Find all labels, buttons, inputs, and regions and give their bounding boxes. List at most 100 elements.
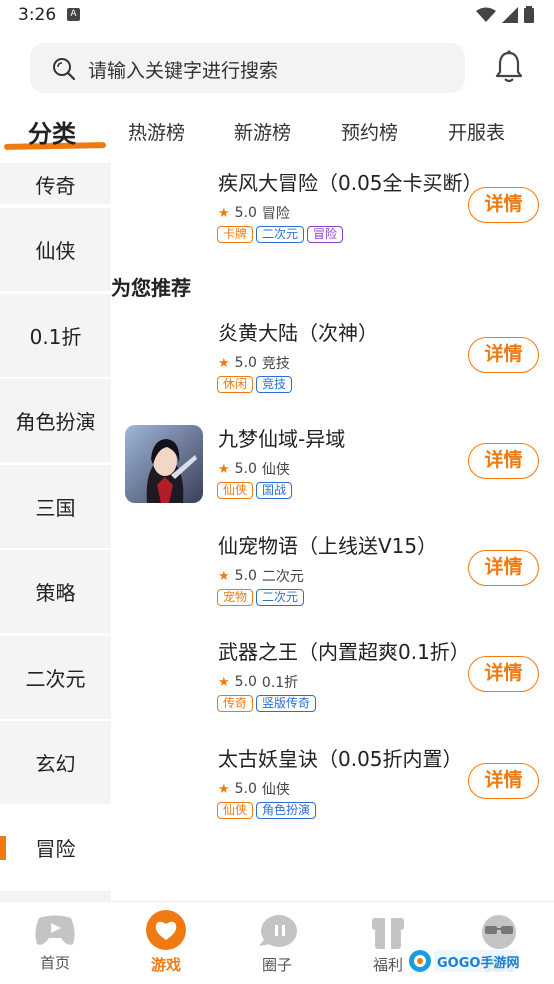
tab-hot[interactable]: 热游榜 <box>128 118 185 145</box>
game-meta: ★ 5.0 二次元 <box>218 566 304 586</box>
status-bar: 3:26 A <box>0 0 554 30</box>
sidebar-item-anime[interactable]: 二次元 <box>0 636 111 719</box>
status-time: 3:26 <box>18 5 57 25</box>
notification-icon: A <box>67 8 80 21</box>
category-sidebar: 传奇 仙侠 0.1折 角色扮演 三国 策略 二次元 玄幻 冒险 <box>0 163 111 901</box>
game-card[interactable]: 疾风大冒险（0.05全卡买断） ★ 5.0 冒险 卡牌 二次元 冒险 详情 <box>111 163 554 263</box>
face-icon <box>482 915 516 949</box>
game-tags: 卡牌 二次元 冒险 <box>217 226 344 243</box>
gift-icon <box>372 918 404 949</box>
game-tag: 竖版传奇 <box>256 695 317 712</box>
game-meta: ★ 5.0 冒险 <box>218 203 290 223</box>
game-tags: 仙侠 角色扮演 <box>217 802 317 819</box>
game-icon[interactable] <box>125 425 203 503</box>
nav-label: 首页 <box>39 954 70 972</box>
search-placeholder: 请输入关键字进行搜索 <box>88 60 279 82</box>
game-card[interactable]: 武器之王（内置超爽0.1折） ★ 5.0 0.1折 传奇 竖版传奇 详情 <box>111 632 554 732</box>
star-icon: ★ <box>218 205 230 221</box>
game-tag: 仙侠 <box>217 482 254 499</box>
game-rating: 5.0 <box>234 781 257 797</box>
game-rating: 5.0 <box>234 568 257 584</box>
game-name: 仙宠物语（上线送V15） <box>218 534 438 558</box>
tab-category[interactable]: 分类 <box>28 114 76 149</box>
game-tag: 传奇 <box>217 695 254 712</box>
heart-bubble-icon <box>146 910 186 950</box>
sidebar-item-label: 策略 <box>35 581 76 605</box>
game-genre: 仙侠 <box>261 462 290 478</box>
game-tag: 休闲 <box>217 376 254 393</box>
signal-icon <box>502 6 518 23</box>
game-tag: 角色扮演 <box>256 802 317 819</box>
sidebar-item-label: 玄幻 <box>35 752 76 776</box>
nav-home[interactable]: 首页 <box>15 914 95 973</box>
sidebar-item-adventure[interactable]: 冒险 <box>0 806 111 889</box>
game-card[interactable]: 炎黄大陆（次神） ★ 5.0 竞技 休闲 竞技 详情 <box>111 313 554 413</box>
chat-icon <box>259 915 297 947</box>
sidebar-item-label: 仙侠 <box>35 239 76 263</box>
game-rating: 5.0 <box>234 674 257 690</box>
game-name: 九梦仙域-异域 <box>218 427 346 451</box>
game-name: 武器之王（内置超爽0.1折） <box>218 640 470 664</box>
wifi-icon <box>476 7 496 22</box>
detail-button[interactable]: 详情 <box>468 337 539 373</box>
sidebar-item-label: 0.1折 <box>29 325 82 349</box>
game-tags: 传奇 竖版传奇 <box>217 695 317 712</box>
detail-button[interactable]: 详情 <box>468 763 539 799</box>
game-tag: 二次元 <box>256 226 305 243</box>
game-tag: 二次元 <box>256 589 305 606</box>
game-card[interactable]: 太古妖皇诀（0.05折内置） ★ 5.0 仙侠 仙侠 角色扮演 详情 <box>111 739 554 839</box>
nav-label: 圈子 <box>261 956 292 974</box>
section-title: 为您推荐 <box>111 276 191 300</box>
sidebar-item-strategy[interactable]: 策略 <box>0 550 111 633</box>
game-name: 炎黄大陆（次神） <box>218 321 378 345</box>
game-meta: ★ 5.0 竞技 <box>218 353 290 373</box>
sidebar-item-fantasy[interactable]: 玄幻 <box>0 721 111 804</box>
game-genre: 0.1折 <box>261 675 299 691</box>
sidebar-item-legend[interactable]: 传奇 <box>0 163 111 204</box>
detail-button[interactable]: 详情 <box>468 656 539 692</box>
sidebar-item-xianxia[interactable]: 仙侠 <box>0 208 111 291</box>
game-tag: 竞技 <box>256 376 293 393</box>
game-art-icon <box>125 425 203 503</box>
game-tags: 休闲 竞技 <box>217 376 293 393</box>
game-genre: 冒险 <box>261 206 290 222</box>
nav-games[interactable]: 游戏 <box>126 910 206 975</box>
detail-button[interactable]: 详情 <box>468 550 539 586</box>
gamepad-icon <box>35 915 75 945</box>
sidebar-item-label: 二次元 <box>25 667 86 691</box>
game-tag: 卡牌 <box>217 226 254 243</box>
search-input[interactable]: 请输入关键字进行搜索 <box>30 43 465 93</box>
tab-new[interactable]: 新游榜 <box>234 118 291 145</box>
sidebar-item-rpg[interactable]: 角色扮演 <box>0 379 111 462</box>
game-tag: 仙侠 <box>217 802 254 819</box>
bell-icon[interactable] <box>494 50 524 84</box>
detail-button[interactable]: 详情 <box>468 187 539 223</box>
tab-reserve[interactable]: 预约榜 <box>341 118 398 145</box>
sidebar-item-discount[interactable]: 0.1折 <box>0 294 111 377</box>
game-tag: 冒险 <box>307 226 344 243</box>
game-rating: 5.0 <box>234 355 257 371</box>
sidebar-item-three-kingdoms[interactable]: 三国 <box>0 465 111 548</box>
star-icon: ★ <box>218 674 230 690</box>
game-name: 疾风大冒险（0.05全卡买断） <box>218 171 483 195</box>
game-card[interactable]: 仙宠物语（上线送V15） ★ 5.0 二次元 宠物 二次元 详情 <box>111 526 554 626</box>
svg-text:GOGO手游网: GOGO手游网 <box>437 955 519 971</box>
game-meta: ★ 5.0 仙侠 <box>218 459 290 479</box>
category-tabs: 分类 热游榜 新游榜 预约榜 开服表 <box>0 110 554 156</box>
game-rating: 5.0 <box>234 205 257 221</box>
sidebar-item-label: 三国 <box>35 496 76 520</box>
game-genre: 竞技 <box>261 356 290 372</box>
status-icons <box>476 6 534 23</box>
game-meta: ★ 5.0 仙侠 <box>218 779 290 799</box>
sidebar-item-label: 冒险 <box>35 837 76 861</box>
search-icon <box>53 58 76 81</box>
nav-label: 游戏 <box>150 956 181 974</box>
game-tags: 宠物 二次元 <box>217 589 305 606</box>
tab-server-list[interactable]: 开服表 <box>448 118 505 145</box>
nav-community[interactable]: 圈子 <box>237 914 317 975</box>
game-tags: 仙侠 国战 <box>217 482 293 499</box>
game-card[interactable]: 九梦仙域-异域 ★ 5.0 仙侠 仙侠 国战 详情 <box>111 419 554 519</box>
detail-button[interactable]: 详情 <box>468 443 539 479</box>
sidebar-item-next[interactable] <box>0 891 111 901</box>
sidebar-item-label: 角色扮演 <box>15 410 96 434</box>
